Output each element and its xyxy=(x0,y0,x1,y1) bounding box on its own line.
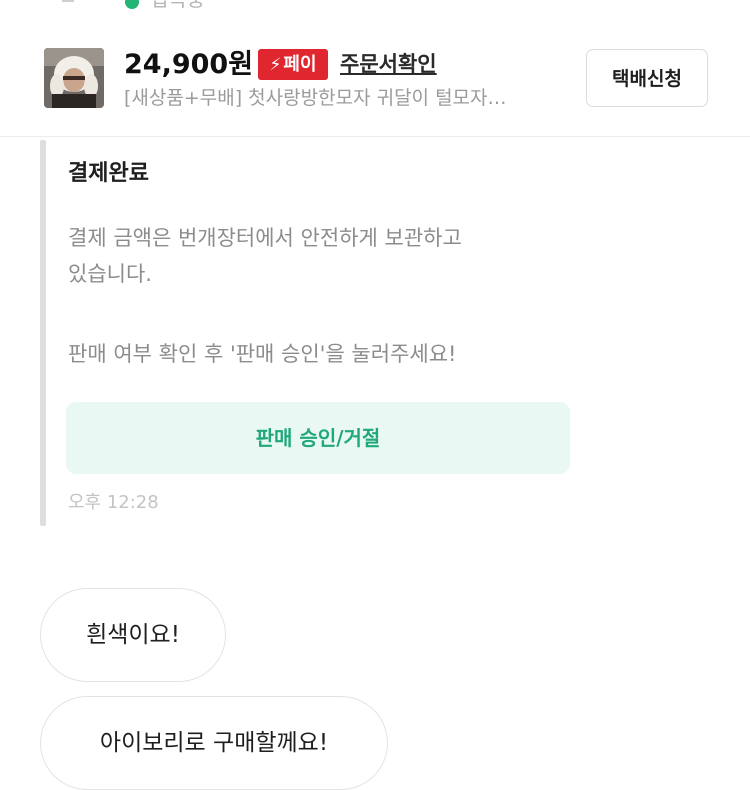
notice-accent-bar xyxy=(40,140,46,526)
chat-bubble: 아이보리로 구매할께요! xyxy=(40,696,388,790)
bunjang-pay-badge: ⚡ 페이 xyxy=(258,49,328,80)
product-thumbnail[interactable] xyxy=(44,48,104,108)
online-status-text: 접속중 xyxy=(150,0,205,12)
product-price: 24,900원 xyxy=(124,49,254,80)
pay-badge-label: 페이 xyxy=(283,54,317,75)
product-bar: 24,900원 ⚡ 페이 주문서확인 [새상품+무배] 첫사랑방한모자 귀달이 털… xyxy=(0,40,750,137)
delivery-request-button[interactable]: 택배신청 xyxy=(586,49,708,107)
lightning-icon: ⚡ xyxy=(269,55,282,75)
fur-hat-product-photo xyxy=(44,48,104,108)
notice-instruction: 판매 여부 확인 후 '판매 승인'을 눌러주세요! xyxy=(68,342,457,366)
top-status-strip: 접속중 xyxy=(0,0,750,20)
message-timestamp: 오후 12:28 xyxy=(68,492,159,513)
chat-bubble: 흰색이요! xyxy=(40,588,226,682)
notice-body: 결제 금액은 번개장터에서 안전하게 보관하고 있습니다. xyxy=(68,220,578,292)
product-title: [새상품+무배] 첫사랑방한모자 귀달이 털모자… xyxy=(124,87,507,109)
online-status-dot xyxy=(125,0,139,9)
sale-approve-reject-button[interactable]: 판매 승인/거절 xyxy=(66,402,570,474)
notice-title: 결제완료 xyxy=(68,161,149,186)
notice-body-line: 있습니다. xyxy=(68,262,152,286)
top-divider xyxy=(62,0,74,2)
order-sheet-link[interactable]: 주문서확인 xyxy=(340,50,437,78)
notice-body-line: 결제 금액은 번개장터에서 안전하게 보관하고 xyxy=(68,226,462,250)
